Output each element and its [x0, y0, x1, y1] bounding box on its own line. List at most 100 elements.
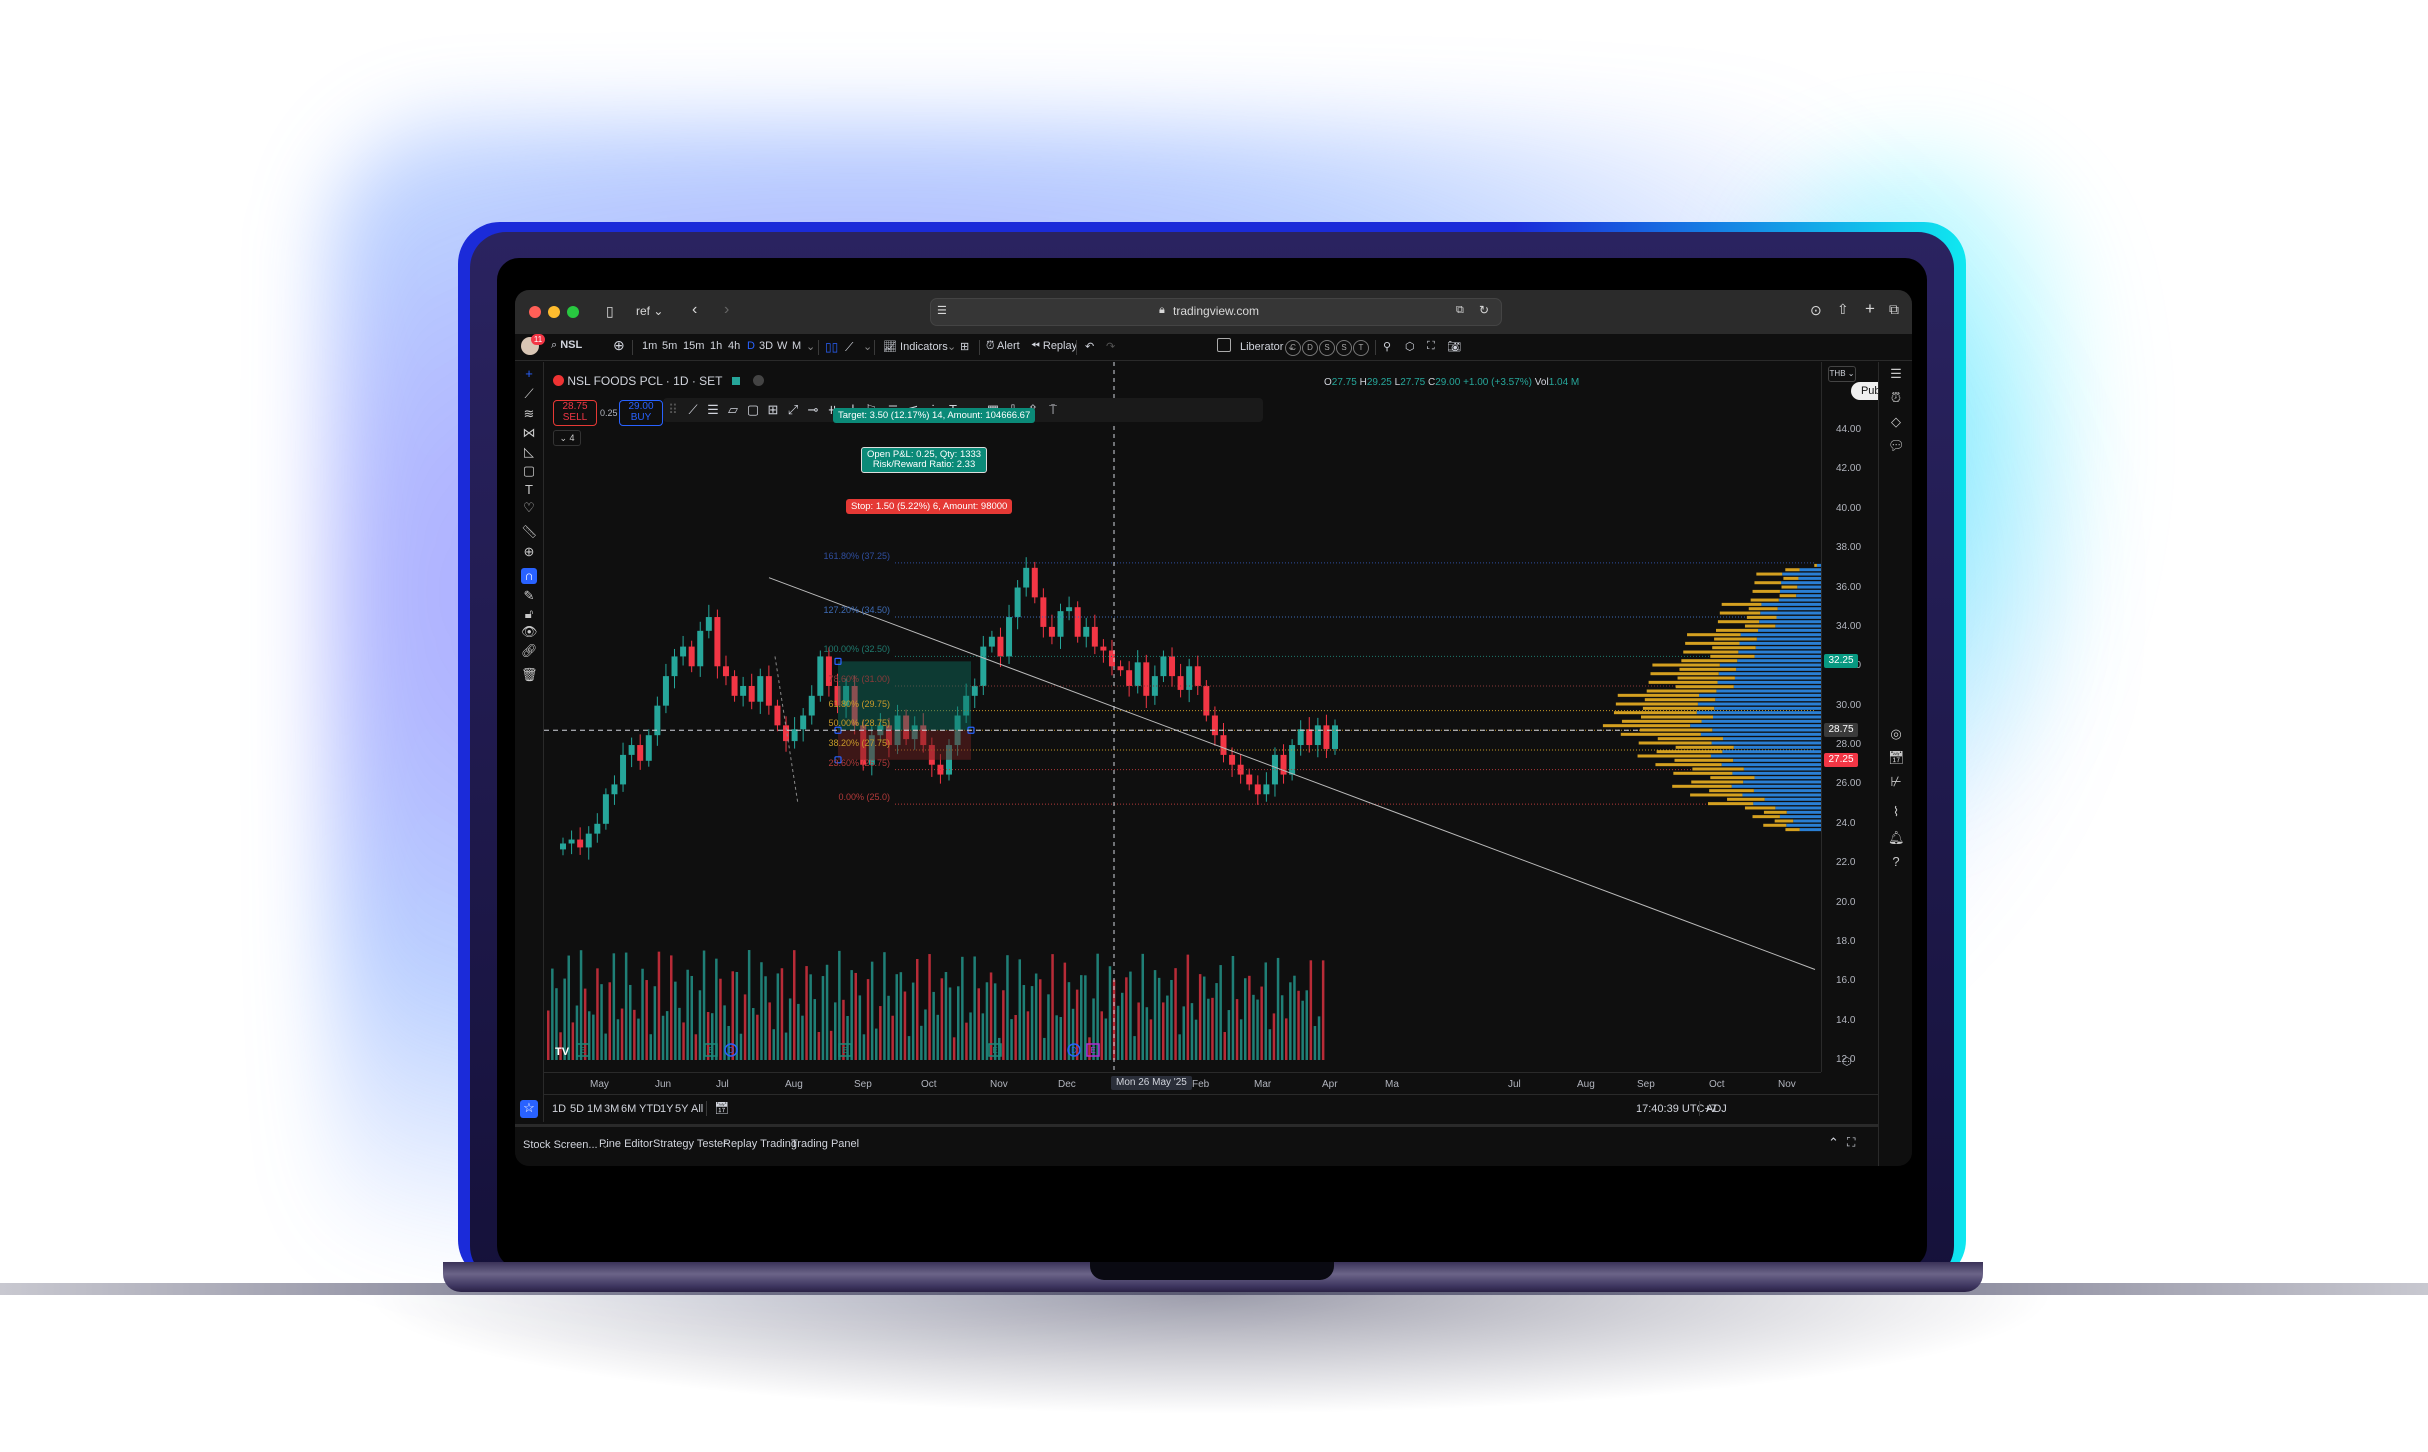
volume-profile-bar-up: [1778, 598, 1821, 602]
volume-bar: [1248, 975, 1251, 1060]
range-6m[interactable]: 6M: [621, 1103, 636, 1115]
alerts-clock-icon[interactable]: ⏰︎: [1888, 390, 1904, 406]
ray-tool-icon[interactable]: ⤢: [785, 402, 801, 418]
tab-stock-screener[interactable]: Stock Screen... ⌄: [523, 1138, 610, 1151]
volume-bar: [805, 966, 808, 1060]
volume-bar: [1178, 1034, 1181, 1060]
open-pnl-label[interactable]: Open P&L: 0.25, Qty: 1333 Risk/Reward Rat…: [861, 447, 988, 473]
chat-icon[interactable]: 💬︎: [1888, 438, 1905, 454]
volume-bar: [1203, 976, 1206, 1060]
maximize-panel-icon[interactable]: ⛶: [1847, 1135, 1855, 1150]
note-tool-icon[interactable]: ⍑: [1045, 402, 1061, 418]
volume-bar: [952, 1037, 956, 1060]
fib-level-label: 100.00% (32.50): [823, 644, 890, 655]
candle-body: [688, 646, 695, 667]
volume-profile-bar-up: [1764, 797, 1821, 801]
tab-strategy-tester[interactable]: Strategy Tester: [653, 1138, 727, 1150]
target-label[interactable]: Target: 3.50 (12.17%) 14, Amount: 104666…: [833, 408, 1036, 423]
volume-bar: [1055, 1015, 1058, 1060]
screener-radar-icon[interactable]: ◎: [1888, 726, 1904, 742]
price-tick: 30.00: [1836, 699, 1862, 711]
target-price-label: 32.25: [1824, 654, 1858, 669]
volume-bar: [1260, 986, 1263, 1060]
legend-title[interactable]: NSL FOODS PCL · 1D · SET: [567, 374, 722, 388]
volume-bar: [870, 961, 874, 1060]
expand-panel-icon[interactable]: ⌃: [1828, 1135, 1839, 1151]
stop-label[interactable]: Stop: 1.50 (5.22%) 6, Amount: 98000: [846, 499, 1013, 514]
volume-bar: [616, 1019, 620, 1060]
volume-bar: [633, 1009, 636, 1060]
options-icon[interactable]: ⊬: [1888, 774, 1904, 790]
parallel-channel-tool-icon[interactable]: ☰: [705, 402, 721, 418]
volume-bar: [821, 976, 825, 1060]
volume-bar: [899, 972, 903, 1060]
spread-value: 0.25: [600, 408, 618, 418]
candle-body: [602, 794, 609, 824]
volume-bar: [567, 955, 570, 1060]
axis-settings-icon[interactable]: ⬡: [1842, 1055, 1852, 1068]
volume-bar: [1108, 966, 1112, 1060]
volume-bar: [1301, 1000, 1304, 1060]
range-5y[interactable]: 5Y: [675, 1103, 688, 1115]
range-1y[interactable]: 1Y: [660, 1103, 673, 1115]
volume-bar: [1215, 983, 1218, 1060]
range-5d[interactable]: 5D: [570, 1103, 584, 1115]
calendar-icon[interactable]: 📅︎: [1888, 750, 1905, 766]
sell-button[interactable]: 28.75 SELL: [553, 400, 597, 426]
candle-body: [765, 676, 772, 706]
tab-pine-editor[interactable]: Pine Editor: [599, 1138, 653, 1150]
collapse-indicators-button[interactable]: ⌄ 4: [553, 430, 581, 446]
candle-body: [757, 676, 764, 702]
trend-line-tool-icon[interactable]: ⟋: [685, 402, 701, 418]
candle-body: [1117, 666, 1124, 671]
volume-profile-bar-down: [1675, 685, 1734, 689]
buy-button[interactable]: 29.00 BUY: [619, 400, 663, 426]
volume-bar: [1186, 954, 1190, 1060]
volume-profile-bar-down: [1721, 602, 1762, 606]
drag-handle-icon[interactable]: ⠿: [665, 402, 681, 418]
price-axis[interactable]: THB ⌄ 44.0042.0040.0038.0036.0034.0032.0…: [1821, 362, 1878, 1072]
candle-body: [1014, 587, 1021, 618]
volume-profile-bar-down: [1785, 828, 1800, 832]
fib-level-label: 61.80% (29.75): [828, 698, 890, 709]
dividend-marker-label: D: [728, 1046, 734, 1055]
adjust-data-button[interactable]: ADJ: [1706, 1103, 1727, 1115]
fib-level-label: 161.80% (37.25): [823, 550, 890, 561]
candle-body: [1048, 626, 1055, 637]
range-1d[interactable]: 1D: [552, 1103, 566, 1115]
time-axis[interactable]: MayJunJulAugSepOctNovDec2025FebMarAprMaJ…: [544, 1072, 1821, 1095]
symbol-logo-icon: [553, 375, 564, 386]
volume-bar: [829, 1030, 833, 1060]
range-all[interactable]: All: [691, 1103, 703, 1115]
range-1m[interactable]: 1M: [587, 1103, 602, 1115]
volume-profile-bar-up: [1753, 802, 1821, 806]
candle-body: [731, 676, 738, 696]
tab-trading-panel[interactable]: Trading Panel: [791, 1138, 859, 1150]
horizontal-ray-icon[interactable]: ⊸: [805, 402, 821, 418]
help-icon[interactable]: ?: [1888, 854, 1904, 870]
position-tool-icon[interactable]: ⊞: [765, 402, 781, 418]
object-tree-icon[interactable]: ◇: [1888, 414, 1904, 430]
clock-text[interactable]: 17:40:39 UTC+7: [1636, 1103, 1717, 1115]
news-feed-icon[interactable]: ⌇: [1888, 804, 1904, 820]
currency-selector[interactable]: THB ⌄: [1828, 366, 1856, 382]
hide-legend-icon[interactable]: [752, 375, 764, 386]
candle-body: [1143, 662, 1150, 696]
volume-bar: [1305, 990, 1308, 1060]
tab-replay-trading[interactable]: Replay Trading: [723, 1138, 797, 1150]
range-3m[interactable]: 3M: [604, 1103, 619, 1115]
volume-profile-bar-down: [1656, 750, 1723, 754]
candle-body: [1100, 646, 1107, 651]
parallelogram-tool-icon[interactable]: ▱: [725, 402, 741, 418]
volume-profile-bar-down: [1613, 711, 1697, 715]
rectangle-tool-icon[interactable]: ▢: [745, 402, 761, 418]
candle-body: [1066, 607, 1073, 612]
earnings-marker-label: E: [580, 1046, 585, 1055]
go-to-date-icon[interactable]: 📅︎: [714, 1101, 729, 1115]
watchlist-icon[interactable]: ☰: [1888, 366, 1904, 382]
volume-profile-bar-down: [1644, 698, 1716, 702]
volume-profile-bar-up: [1696, 711, 1821, 715]
notifications-bell-icon[interactable]: 🔔︎: [1888, 830, 1905, 846]
range-ytd[interactable]: YTD: [639, 1103, 661, 1115]
volume-bar: [1293, 975, 1296, 1060]
